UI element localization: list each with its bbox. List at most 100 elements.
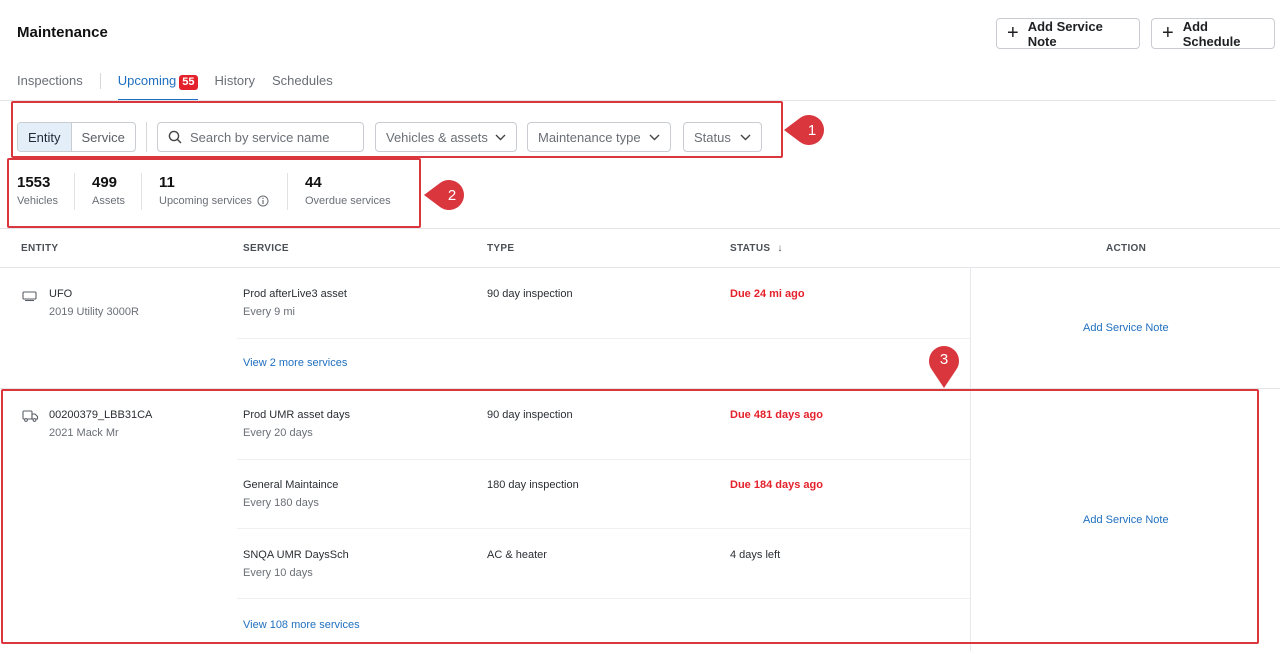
info-icon[interactable] bbox=[257, 195, 269, 207]
plus-icon: + bbox=[1007, 21, 1019, 44]
service-status: 4 days left bbox=[730, 549, 781, 561]
column-header-status-label: STATUS bbox=[730, 243, 771, 254]
column-header-service[interactable]: SERVICE bbox=[243, 243, 289, 254]
column-header-entity[interactable]: ENTITY bbox=[21, 243, 58, 254]
annotation-marker-1: 1 bbox=[784, 115, 824, 145]
entity-cell: UFO 2019 Utility 3000R bbox=[49, 288, 139, 318]
truck-icon bbox=[22, 410, 39, 422]
service-divider bbox=[237, 338, 970, 339]
search-box[interactable] bbox=[157, 122, 364, 152]
entity-cell: 00200379_LBB31CA 2021 Mack Mr bbox=[49, 409, 152, 439]
stat-label: Vehicles bbox=[17, 195, 58, 207]
plus-icon: + bbox=[1162, 21, 1174, 44]
tab-upcoming[interactable]: Upcoming 55 bbox=[117, 64, 198, 101]
service-type: 90 day inspection bbox=[487, 409, 573, 421]
tab-inspections[interactable]: Inspections bbox=[17, 64, 83, 101]
stat-value: 11 bbox=[159, 174, 175, 191]
entity-name[interactable]: 00200379_LBB31CA bbox=[49, 409, 152, 421]
chevron-down-icon bbox=[495, 134, 506, 140]
entity-description: 2021 Mack Mr bbox=[49, 427, 119, 439]
asset-icon bbox=[22, 291, 37, 302]
tab-history[interactable]: History bbox=[215, 64, 255, 101]
service-toggle-button[interactable]: Service bbox=[72, 123, 135, 151]
status-dropdown[interactable]: Status bbox=[683, 122, 762, 152]
chevron-down-icon bbox=[740, 134, 751, 140]
service-cell: General Maintaince Every 180 days bbox=[243, 479, 338, 509]
service-name: General Maintaince bbox=[243, 479, 339, 491]
tab-bar: Inspections Upcoming 55 History Schedules bbox=[17, 64, 333, 101]
tab-schedules[interactable]: Schedules bbox=[272, 64, 333, 101]
maintenance-type-dropdown[interactable]: Maintenance type bbox=[527, 122, 671, 152]
view-more-services-link[interactable]: View 2 more services bbox=[243, 357, 347, 369]
service-interval: Every 180 days bbox=[243, 497, 319, 509]
tab-divider bbox=[99, 73, 101, 89]
service-divider bbox=[237, 459, 970, 460]
service-cell: Prod UMR asset days Every 20 days bbox=[243, 409, 350, 439]
filter-divider bbox=[146, 122, 147, 152]
stat-label: Overdue services bbox=[305, 195, 391, 207]
service-type: 90 day inspection bbox=[487, 288, 573, 300]
service-name: Prod UMR asset days bbox=[243, 409, 350, 421]
view-more-services-link[interactable]: View 108 more services bbox=[243, 619, 360, 631]
sort-arrow-icon: ↓ bbox=[777, 243, 783, 254]
chevron-down-icon bbox=[649, 134, 660, 140]
tabs-divider bbox=[0, 100, 1276, 101]
annotation-marker-2: 2 bbox=[424, 180, 464, 210]
vehicles-assets-label: Vehicles & assets bbox=[386, 129, 488, 145]
entity-name[interactable]: UFO bbox=[49, 288, 139, 300]
upcoming-count-badge: 55 bbox=[179, 75, 198, 90]
stat-value: 44 bbox=[305, 174, 322, 191]
section-divider bbox=[0, 228, 1280, 229]
tab-upcoming-label: Upcoming bbox=[117, 73, 177, 88]
truck-icon-wrap bbox=[22, 409, 39, 427]
service-name: Prod afterLive3 asset bbox=[243, 288, 347, 300]
entity-description: 2019 Utility 3000R bbox=[49, 306, 139, 318]
view-toggle: Entity Service bbox=[17, 122, 136, 152]
stat-vehicles: 1553 Vehicles bbox=[17, 174, 58, 207]
service-type: AC & heater bbox=[487, 549, 547, 561]
column-header-status[interactable]: STATUS ↓ bbox=[730, 243, 783, 254]
column-header-action: ACTION bbox=[1106, 243, 1147, 254]
add-service-note-link[interactable]: Add Service Note bbox=[1083, 322, 1169, 334]
page-title: Maintenance bbox=[17, 24, 108, 41]
service-divider bbox=[237, 528, 970, 529]
stat-label: Assets bbox=[92, 195, 126, 207]
service-interval: Every 10 days bbox=[243, 567, 313, 579]
row-divider bbox=[0, 388, 1280, 389]
stat-value: 499 bbox=[92, 174, 118, 191]
service-interval: Every 20 days bbox=[243, 427, 313, 439]
search-input[interactable] bbox=[190, 129, 350, 145]
service-cell: Prod afterLive3 asset Every 9 mi bbox=[243, 288, 347, 318]
service-interval: Every 9 mi bbox=[243, 306, 295, 318]
maintenance-type-label: Maintenance type bbox=[538, 129, 641, 145]
search-icon bbox=[168, 130, 182, 144]
service-cell: SNQA UMR DaysSch Every 10 days bbox=[243, 549, 349, 579]
stat-upcoming-services: 11 Upcoming services bbox=[159, 174, 269, 207]
service-divider bbox=[237, 598, 970, 599]
service-status: Due 24 mi ago bbox=[730, 288, 805, 300]
add-service-note-label: Add Service Note bbox=[1027, 18, 1103, 49]
stat-label: Upcoming services bbox=[159, 195, 269, 207]
stat-divider bbox=[287, 173, 288, 210]
stat-divider bbox=[141, 173, 142, 210]
annotation-marker-3: 3 bbox=[929, 346, 959, 388]
add-service-note-link[interactable]: Add Service Note bbox=[1083, 514, 1169, 526]
service-status: Due 481 days ago bbox=[730, 409, 823, 421]
add-service-note-button[interactable]: + Add Service Note bbox=[996, 18, 1140, 49]
service-name: SNQA UMR DaysSch bbox=[243, 549, 349, 561]
service-type: 180 day inspection bbox=[487, 479, 579, 491]
stat-value: 1553 bbox=[17, 174, 51, 191]
vehicles-assets-dropdown[interactable]: Vehicles & assets bbox=[375, 122, 517, 152]
annotation-number: 3 bbox=[940, 351, 948, 368]
add-schedule-label: Add Schedule bbox=[1182, 18, 1241, 49]
service-status: Due 184 days ago bbox=[730, 479, 823, 491]
add-schedule-button[interactable]: + Add Schedule bbox=[1151, 18, 1275, 49]
stat-assets: 499 Assets bbox=[92, 174, 125, 207]
stat-label-text: Upcoming services bbox=[159, 195, 252, 207]
stat-overdue-services: 44 Overdue services bbox=[305, 174, 391, 207]
stat-divider bbox=[74, 173, 75, 210]
annotation-number: 2 bbox=[448, 187, 456, 204]
status-label: Status bbox=[694, 129, 731, 145]
column-header-type[interactable]: TYPE bbox=[487, 243, 514, 254]
entity-toggle-button[interactable]: Entity bbox=[18, 123, 72, 151]
